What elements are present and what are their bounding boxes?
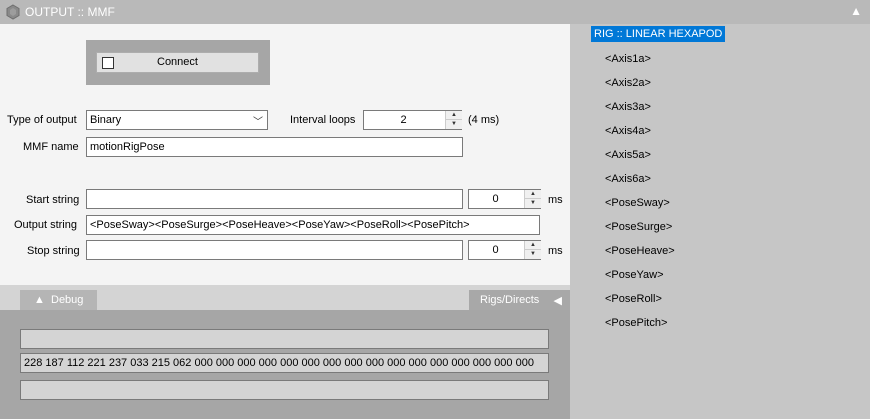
spin-down-icon[interactable]: ▼ bbox=[525, 250, 541, 259]
spin-down-icon[interactable]: ▼ bbox=[446, 120, 462, 129]
triangle-left-icon: ◀ bbox=[553, 295, 562, 307]
connect-label: Connect bbox=[157, 56, 198, 68]
hexagon-logo-icon bbox=[6, 4, 20, 20]
start-string-input[interactable] bbox=[86, 189, 463, 209]
connect-frame: Connect bbox=[86, 40, 270, 85]
debug-line-2: 228 187 112 221 237 033 215 062 000 000 … bbox=[20, 353, 549, 373]
debug-label: Debug bbox=[51, 294, 84, 306]
output-string-label: Output string bbox=[14, 219, 77, 231]
rig-item[interactable]: <PoseYaw> bbox=[605, 269, 664, 281]
connect-button[interactable]: Connect bbox=[96, 52, 259, 73]
stop-string-label: Stop string bbox=[27, 245, 80, 257]
settings-panel: Connect Type of output Binary ﹀ Interval… bbox=[0, 24, 570, 285]
chevron-down-icon: ﹀ bbox=[253, 117, 263, 128]
spinner-buttons: ▲ ▼ bbox=[524, 241, 541, 259]
rig-item[interactable]: <PoseSurge> bbox=[605, 221, 672, 233]
output-string-input[interactable]: <PoseSway><PoseSurge><PoseHeave><PoseYaw… bbox=[86, 215, 540, 235]
rig-item[interactable]: <Axis1a> bbox=[605, 53, 651, 65]
rig-item[interactable]: <Axis4a> bbox=[605, 125, 651, 137]
rig-item[interactable]: <Axis3a> bbox=[605, 101, 651, 113]
type-of-output-select[interactable]: Binary ﹀ bbox=[86, 110, 268, 130]
rig-sidebar: RIG :: LINEAR HEXAPOD <Axis1a> <Axis2a> … bbox=[570, 24, 870, 419]
start-delay-value: 0 bbox=[492, 193, 499, 205]
rig-item[interactable]: <Axis5a> bbox=[605, 149, 651, 161]
spin-down-icon[interactable]: ▼ bbox=[525, 199, 541, 208]
rig-item[interactable]: <PoseRoll> bbox=[605, 293, 662, 305]
mmf-name-value: motionRigPose bbox=[90, 141, 165, 153]
debug-line-1 bbox=[20, 329, 549, 349]
interval-loops-value: 2 bbox=[400, 114, 407, 126]
triangle-up-icon[interactable]: ▲ bbox=[850, 4, 862, 18]
rig-item[interactable]: <PoseHeave> bbox=[605, 245, 675, 257]
rig-item[interactable]: <PoseSway> bbox=[605, 197, 670, 209]
spin-up-icon[interactable]: ▲ bbox=[446, 111, 462, 120]
mmf-name-label: MMF name bbox=[23, 141, 79, 153]
window-title: OUTPUT :: MMF bbox=[25, 5, 115, 19]
rigs-directs-label: Rigs/Directs bbox=[480, 294, 540, 306]
title-bar: OUTPUT :: MMF ▲ bbox=[0, 0, 870, 24]
start-delay-spinner[interactable]: 0 ▲ ▼ bbox=[468, 189, 541, 209]
spinner-buttons: ▲ ▼ bbox=[524, 190, 541, 208]
tab-debug[interactable]: ▲ Debug bbox=[20, 290, 97, 310]
start-ms-label: ms bbox=[548, 194, 563, 206]
stop-ms-label: ms bbox=[548, 245, 563, 257]
stop-delay-spinner[interactable]: 0 ▲ ▼ bbox=[468, 240, 541, 260]
start-string-label: Start string bbox=[26, 194, 80, 206]
debug-line-2-text: 228 187 112 221 237 033 215 062 000 000 … bbox=[24, 357, 534, 369]
rig-item[interactable]: <PosePitch> bbox=[605, 317, 667, 329]
debug-area: 228 187 112 221 237 033 215 062 000 000 … bbox=[0, 310, 570, 419]
mmf-name-input[interactable]: motionRigPose bbox=[86, 137, 463, 157]
output-panel: Connect Type of output Binary ﹀ Interval… bbox=[0, 24, 570, 419]
rig-item[interactable]: <Axis6a> bbox=[605, 173, 651, 185]
rig-item[interactable]: <Axis2a> bbox=[605, 77, 651, 89]
type-of-output-label: Type of output bbox=[7, 114, 77, 126]
spin-up-icon[interactable]: ▲ bbox=[525, 190, 541, 199]
spinner-buttons: ▲ ▼ bbox=[445, 111, 462, 129]
stop-delay-value: 0 bbox=[492, 244, 499, 256]
type-of-output-value: Binary bbox=[90, 114, 122, 126]
interval-ms-label: (4 ms) bbox=[468, 114, 500, 126]
interval-loops-label: Interval loops bbox=[290, 114, 356, 126]
interval-loops-spinner[interactable]: 2 ▲ ▼ bbox=[363, 110, 462, 130]
stop-string-input[interactable] bbox=[86, 240, 463, 260]
rig-title[interactable]: RIG :: LINEAR HEXAPOD bbox=[591, 26, 726, 42]
debug-line-3 bbox=[20, 380, 549, 400]
tab-debug-label: ▲ Debug bbox=[34, 294, 84, 306]
tab-rigs-directs[interactable]: Rigs/Directs ◀ bbox=[469, 290, 570, 310]
output-string-value: <PoseSway><PoseSurge><PoseHeave><PoseYaw… bbox=[90, 219, 470, 231]
spin-up-icon[interactable]: ▲ bbox=[525, 241, 541, 250]
